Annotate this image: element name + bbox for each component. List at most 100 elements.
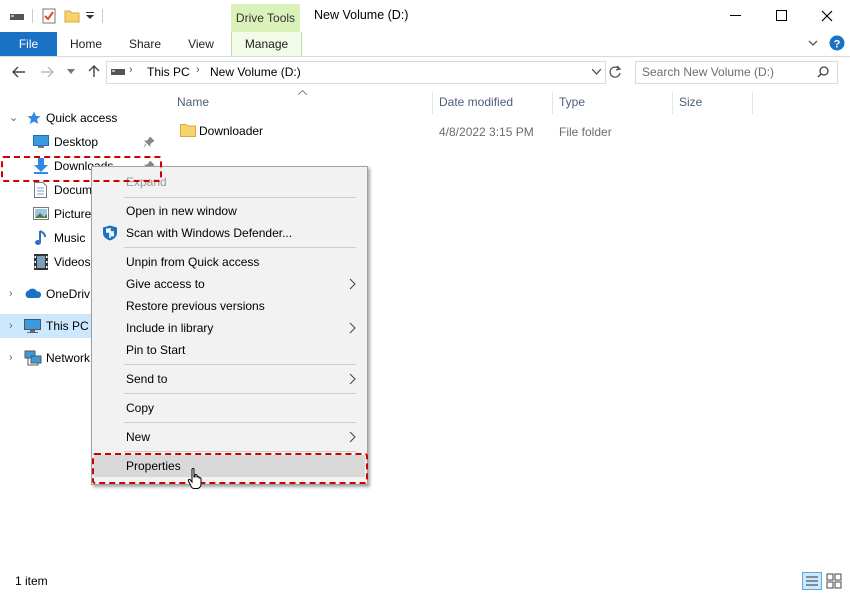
tab-manage[interactable]: Manage	[231, 32, 302, 56]
tab-file[interactable]: File	[0, 32, 57, 56]
film-icon	[34, 254, 48, 270]
breadcrumb-chevron-icon[interactable]: ›	[129, 64, 133, 76]
status-bar: 1 item	[0, 570, 850, 593]
qat-separator	[102, 9, 103, 23]
refresh-icon[interactable]	[608, 65, 622, 79]
nav-item-quick-access[interactable]: ⌄ Quick access	[0, 106, 158, 130]
folder-icon	[180, 124, 196, 137]
nav-label: Docum	[54, 183, 93, 197]
help-icon[interactable]: ?	[829, 35, 845, 51]
nav-label: Desktop	[54, 135, 99, 149]
menu-separator	[124, 364, 356, 365]
menu-item-scan-defender[interactable]: Scan with Windows Defender...	[94, 222, 365, 244]
nav-label: Videos	[54, 255, 91, 269]
submenu-arrow-icon	[349, 278, 356, 290]
properties-check-icon[interactable]	[42, 8, 56, 24]
forward-arrow-icon[interactable]	[40, 66, 54, 78]
context-menu: Expand Open in new window Scan with Wind…	[91, 166, 368, 485]
details-view-icon[interactable]	[802, 572, 822, 590]
file-name: Downloader	[199, 124, 264, 138]
column-header-size[interactable]: Size	[679, 95, 702, 109]
menu-separator	[124, 197, 356, 198]
new-folder-icon[interactable]	[64, 8, 80, 24]
address-dropdown-icon[interactable]	[592, 69, 601, 75]
minimize-button[interactable]	[712, 0, 758, 32]
navigation-bar: › This PC › New Volume (D:)	[0, 57, 850, 87]
up-arrow-icon[interactable]	[87, 64, 101, 78]
menu-item-copy[interactable]: Copy	[94, 397, 365, 419]
column-header-date-modified[interactable]: Date modified	[439, 95, 513, 109]
large-icons-view-icon[interactable]	[826, 573, 842, 589]
computer-icon	[24, 319, 41, 333]
menu-item-label: New	[126, 430, 151, 444]
customize-qat-icon[interactable]	[86, 12, 94, 20]
nav-label: Picture	[54, 207, 92, 221]
file-date-modified: 4/8/2022 3:15 PM	[439, 125, 534, 139]
column-divider[interactable]	[752, 92, 753, 114]
windows-defender-icon	[103, 225, 117, 241]
menu-separator	[124, 393, 356, 394]
nav-label: OneDriv	[46, 287, 91, 301]
drive-icon[interactable]	[10, 10, 24, 22]
menu-item-restore-previous-versions[interactable]: Restore previous versions	[94, 295, 365, 317]
column-divider[interactable]	[432, 92, 433, 114]
breadcrumb-this-pc[interactable]: This PC	[147, 65, 190, 79]
pictures-icon	[33, 207, 49, 220]
column-divider[interactable]	[672, 92, 673, 114]
chevron-right-icon[interactable]: ›	[9, 352, 13, 364]
tab-view[interactable]: View	[178, 32, 224, 56]
address-bar[interactable]: › This PC › New Volume (D:)	[106, 61, 606, 84]
item-count: 1 item	[15, 574, 48, 588]
sort-ascending-icon	[298, 90, 307, 95]
menu-item-new[interactable]: New	[94, 426, 365, 448]
column-header-type[interactable]: Type	[559, 95, 585, 109]
menu-item-send-to[interactable]: Send to	[94, 368, 365, 390]
menu-item-include-in-library[interactable]: Include in library	[94, 317, 365, 339]
ribbon-tabs: File Home Share View Manage ?	[0, 32, 850, 57]
search-input[interactable]	[642, 64, 812, 80]
tab-share[interactable]: Share	[121, 32, 169, 56]
menu-separator	[124, 422, 356, 423]
menu-separator	[124, 451, 356, 452]
breadcrumb-chevron-icon[interactable]: ›	[196, 64, 200, 76]
menu-item-open-new-window[interactable]: Open in new window	[94, 200, 365, 222]
submenu-arrow-icon	[349, 322, 356, 334]
recent-locations-icon[interactable]	[67, 69, 75, 75]
menu-item-label: Copy	[126, 401, 155, 415]
nav-label: Network	[46, 351, 91, 365]
highlight-properties	[92, 453, 368, 484]
chevron-right-icon[interactable]: ›	[9, 288, 13, 300]
search-icon[interactable]	[817, 66, 829, 78]
title-bar: Drive Tools New Volume (D:)	[0, 0, 850, 32]
menu-item-unpin[interactable]: Unpin from Quick access	[94, 251, 365, 273]
maximize-button[interactable]	[758, 0, 804, 32]
back-arrow-icon[interactable]	[12, 66, 26, 78]
hand-cursor-icon	[187, 468, 202, 489]
window-title: New Volume (D:)	[314, 8, 409, 22]
minimize-icon	[730, 15, 741, 16]
search-box[interactable]	[635, 61, 838, 84]
cloud-icon	[25, 288, 42, 298]
expand-ribbon-icon[interactable]	[808, 40, 818, 47]
menu-separator	[124, 247, 356, 248]
breadcrumb-new-volume[interactable]: New Volume (D:)	[210, 65, 301, 79]
star-icon	[27, 111, 41, 124]
chevron-right-icon[interactable]: ›	[9, 320, 13, 332]
network-icon	[24, 350, 42, 366]
drive-tools-tab-group: Drive Tools	[231, 4, 300, 32]
menu-item-pin-to-start[interactable]: Pin to Start	[94, 339, 365, 361]
menu-item-give-access[interactable]: Give access to	[94, 273, 365, 295]
highlight-downloads	[1, 156, 162, 182]
tab-home[interactable]: Home	[62, 32, 110, 56]
column-header-name[interactable]: Name	[177, 95, 209, 109]
menu-item-label: Pin to Start	[126, 343, 186, 357]
nav-item-desktop[interactable]: Desktop	[0, 130, 158, 154]
nav-label: This PC	[46, 319, 89, 333]
chevron-down-icon[interactable]: ⌄	[9, 111, 18, 124]
menu-item-label: Open in new window	[126, 204, 237, 218]
close-button[interactable]	[804, 0, 850, 32]
column-divider[interactable]	[552, 92, 553, 114]
maximize-icon	[776, 10, 787, 21]
drive-tools-label: Drive Tools	[235, 11, 296, 25]
pin-icon[interactable]	[144, 137, 154, 147]
